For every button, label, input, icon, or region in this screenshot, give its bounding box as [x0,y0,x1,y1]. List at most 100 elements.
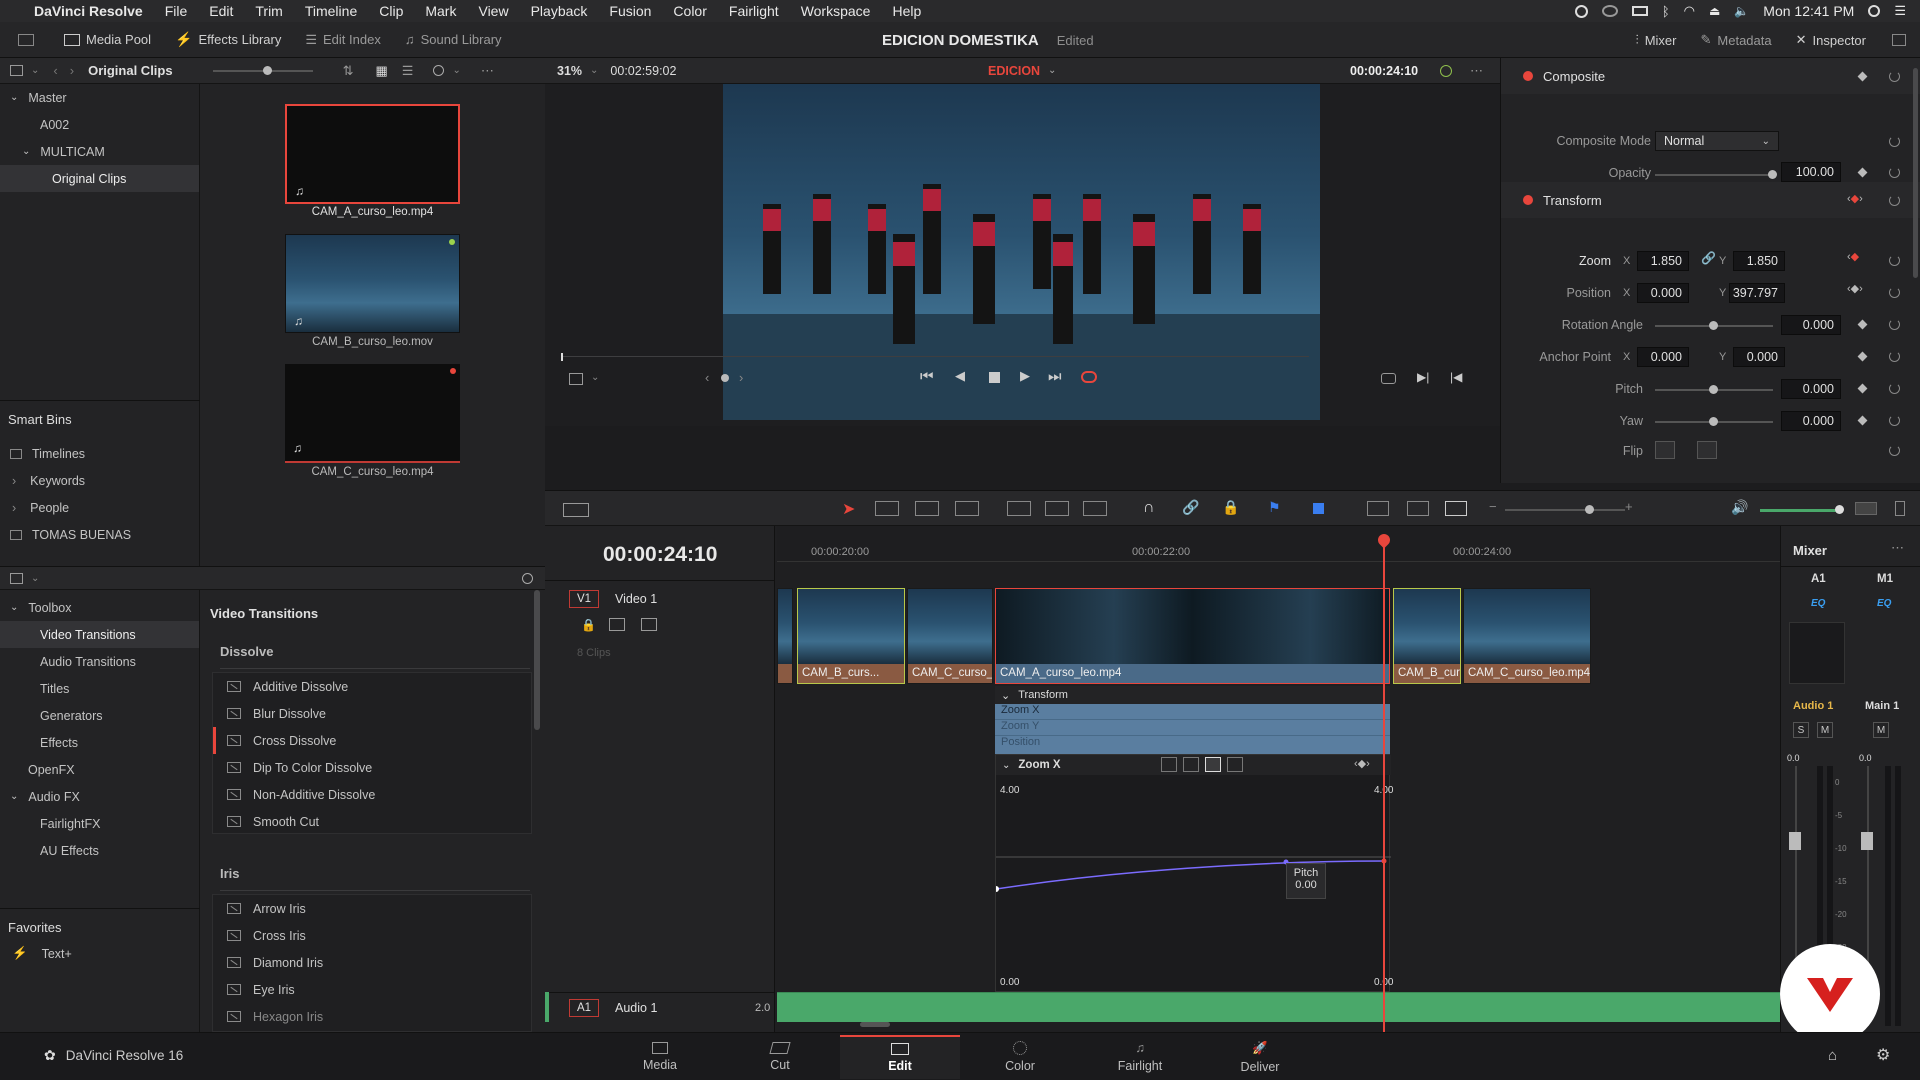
menu-fusion[interactable]: Fusion [609,3,651,19]
menu-timeline[interactable]: Timeline [305,3,357,19]
timeline-horizontal-scrollbar[interactable] [860,1022,890,1027]
notification-center-icon[interactable]: ☰ [1894,3,1906,19]
effect-diamond-iris[interactable]: Diamond Iris [213,949,531,976]
search-icon[interactable] [522,572,533,584]
effect-arrow-iris[interactable]: Arrow Iris [213,895,531,922]
ch1-fader-knob[interactable] [1789,832,1801,850]
toolbox-video-transitions[interactable]: Video Transitions [0,621,199,648]
zoom-y-field[interactable]: 1.850 [1733,251,1785,271]
flip-horizontal-icon[interactable] [1655,441,1675,459]
eq-button[interactable]: EQ [1811,598,1825,609]
clip-thumbnail[interactable]: ♫ [285,364,460,463]
bin-multicam[interactable]: ⌄ MULTICAM [0,138,199,165]
reset-icon[interactable] [1889,255,1900,266]
play-icon[interactable]: ▶ [1020,368,1030,384]
sound-library-button[interactable]: ♫ Sound Library [393,22,514,58]
snapping-icon[interactable]: ∩ [1143,499,1155,517]
play-reverse-icon[interactable]: ◀ [955,368,965,384]
dynamic-trim-icon[interactable] [915,501,939,516]
more-options-icon[interactable]: ⋯ [1470,63,1483,79]
toolbox-effects[interactable]: Effects [0,729,199,756]
zoom-x-field[interactable]: 1.850 [1637,251,1689,271]
sync-icon[interactable] [1440,64,1452,77]
inspector-button[interactable]: ✕ Inspector [1784,22,1878,58]
disable-track-icon[interactable] [641,618,657,631]
match-frame-icon[interactable] [1381,373,1396,384]
position-x-field[interactable]: 0.000 [1637,283,1689,303]
viewer-transform-icon[interactable] [569,373,583,385]
thumbnail-size-slider[interactable] [212,65,313,75]
sidebar-toggle-icon[interactable] [10,572,23,584]
reset-icon[interactable] [1889,351,1900,362]
effect-smooth-cut[interactable]: Smooth Cut [213,808,531,835]
mute-button[interactable]: M [1873,722,1889,738]
keyframe-nav-icon[interactable]: ‹◆› [1847,192,1863,205]
chevron-down-icon[interactable]: ⌄ [452,65,460,76]
search-icon[interactable] [433,65,445,76]
spotlight-icon[interactable] [1868,5,1881,17]
keyframe-icon[interactable] [1857,319,1868,330]
page-cut[interactable]: Cut [720,1035,840,1079]
keyframe-header[interactable]: ⌄ Transform [995,686,1390,704]
smart-bin-people[interactable]: › People [0,494,200,521]
page-deliver[interactable]: 🚀 Deliver [1200,1035,1320,1079]
menu-help[interactable]: Help [892,3,921,19]
pitch-field[interactable]: 0.000 [1781,379,1841,399]
solo-button[interactable]: S [1793,722,1809,738]
loop-icon[interactable] [1081,371,1097,383]
opacity-slider[interactable] [1655,170,1777,179]
go-to-end-icon[interactable]: ⏭ [1048,368,1062,385]
auto-select-icon[interactable] [609,618,625,631]
timeline-clip[interactable]: CAM_B_curs... [797,588,905,684]
reset-icon[interactable] [1889,287,1900,298]
sort-icon[interactable]: ⇅ [343,63,354,79]
effect-cross-iris[interactable]: Cross Iris [213,922,531,949]
menu-trim[interactable]: Trim [255,3,282,19]
cloud-icon[interactable] [1601,5,1618,17]
media-pool-button[interactable]: Media Pool [52,22,163,58]
next-keyframe-icon[interactable]: › [739,370,743,385]
selection-tool-icon[interactable]: ➤ [842,499,855,519]
overwrite-clip-icon[interactable] [1045,501,1069,516]
list-view-icon[interactable]: ☰ [402,63,414,79]
page-media[interactable]: Media [600,1035,720,1079]
reset-icon[interactable] [1889,383,1900,394]
toolbox-audiofx[interactable]: ⌄ Audio FX [0,783,199,810]
yaw-field[interactable]: 0.000 [1781,411,1841,431]
more-options-icon[interactable]: ⋯ [1891,540,1904,556]
rotation-field[interactable]: 0.000 [1781,315,1841,335]
keyframe-nav-icon[interactable]: ‹◆ [1847,250,1859,263]
anchor-y-field[interactable]: 0.000 [1733,347,1785,367]
master-volume-slider[interactable] [1760,505,1844,514]
effect-eye-iris[interactable]: Eye Iris [213,976,531,1003]
dim-icon[interactable] [1855,502,1877,515]
smart-bin-tomas-buenas[interactable]: TOMAS BUENAS [0,521,200,548]
viewer-scrubber[interactable] [561,356,1309,357]
smart-bin-keywords[interactable]: › Keywords [0,467,200,494]
composite-enable-dot[interactable] [1523,71,1533,81]
linked-selection-icon[interactable]: 🔗 [1182,499,1199,516]
yaw-slider[interactable] [1655,417,1773,426]
link-icon[interactable]: 🔗 [1701,251,1716,265]
composite-mode-select[interactable]: Normal ⌄ [1655,131,1779,151]
reset-icon[interactable] [1889,71,1900,82]
chevron-down-icon[interactable]: ⌄ [591,372,599,383]
menu-mark[interactable]: Mark [425,3,456,19]
timeline-clip[interactable]: CAM_C_curso_le... [907,588,993,684]
timeline-ruler[interactable]: 00:00:20:00 00:00:22:00 00:00:24:00 [777,526,1780,562]
curve-editor[interactable]: ⌄ Zoom X ‹◆› 4.00 4.00 0.00 0.00 Pitch 0… [995,754,1393,992]
lock-track-icon[interactable]: 🔒 [581,618,596,632]
keyframe-nav-icon[interactable]: ‹◆› [1847,282,1863,295]
more-options-icon[interactable]: ⋯ [481,63,494,79]
metadata-button[interactable]: ✎ Metadata [1689,22,1784,58]
timeline-name[interactable]: EDICION [988,64,1040,78]
prev-keyframe-icon[interactable]: ‹ [705,370,709,385]
reset-icon[interactable] [1889,195,1900,206]
workspace-layout-icon[interactable] [18,33,34,46]
effect-non-additive-dissolve[interactable]: Non-Additive Dissolve [213,781,531,808]
wifi-icon[interactable]: ◠ [1684,3,1695,19]
keyframe-icon[interactable] [1857,351,1868,362]
scrubber-handle[interactable] [561,353,563,361]
keyframe-icon[interactable] [1857,167,1868,178]
zoom-in-icon[interactable]: + [1625,499,1633,514]
